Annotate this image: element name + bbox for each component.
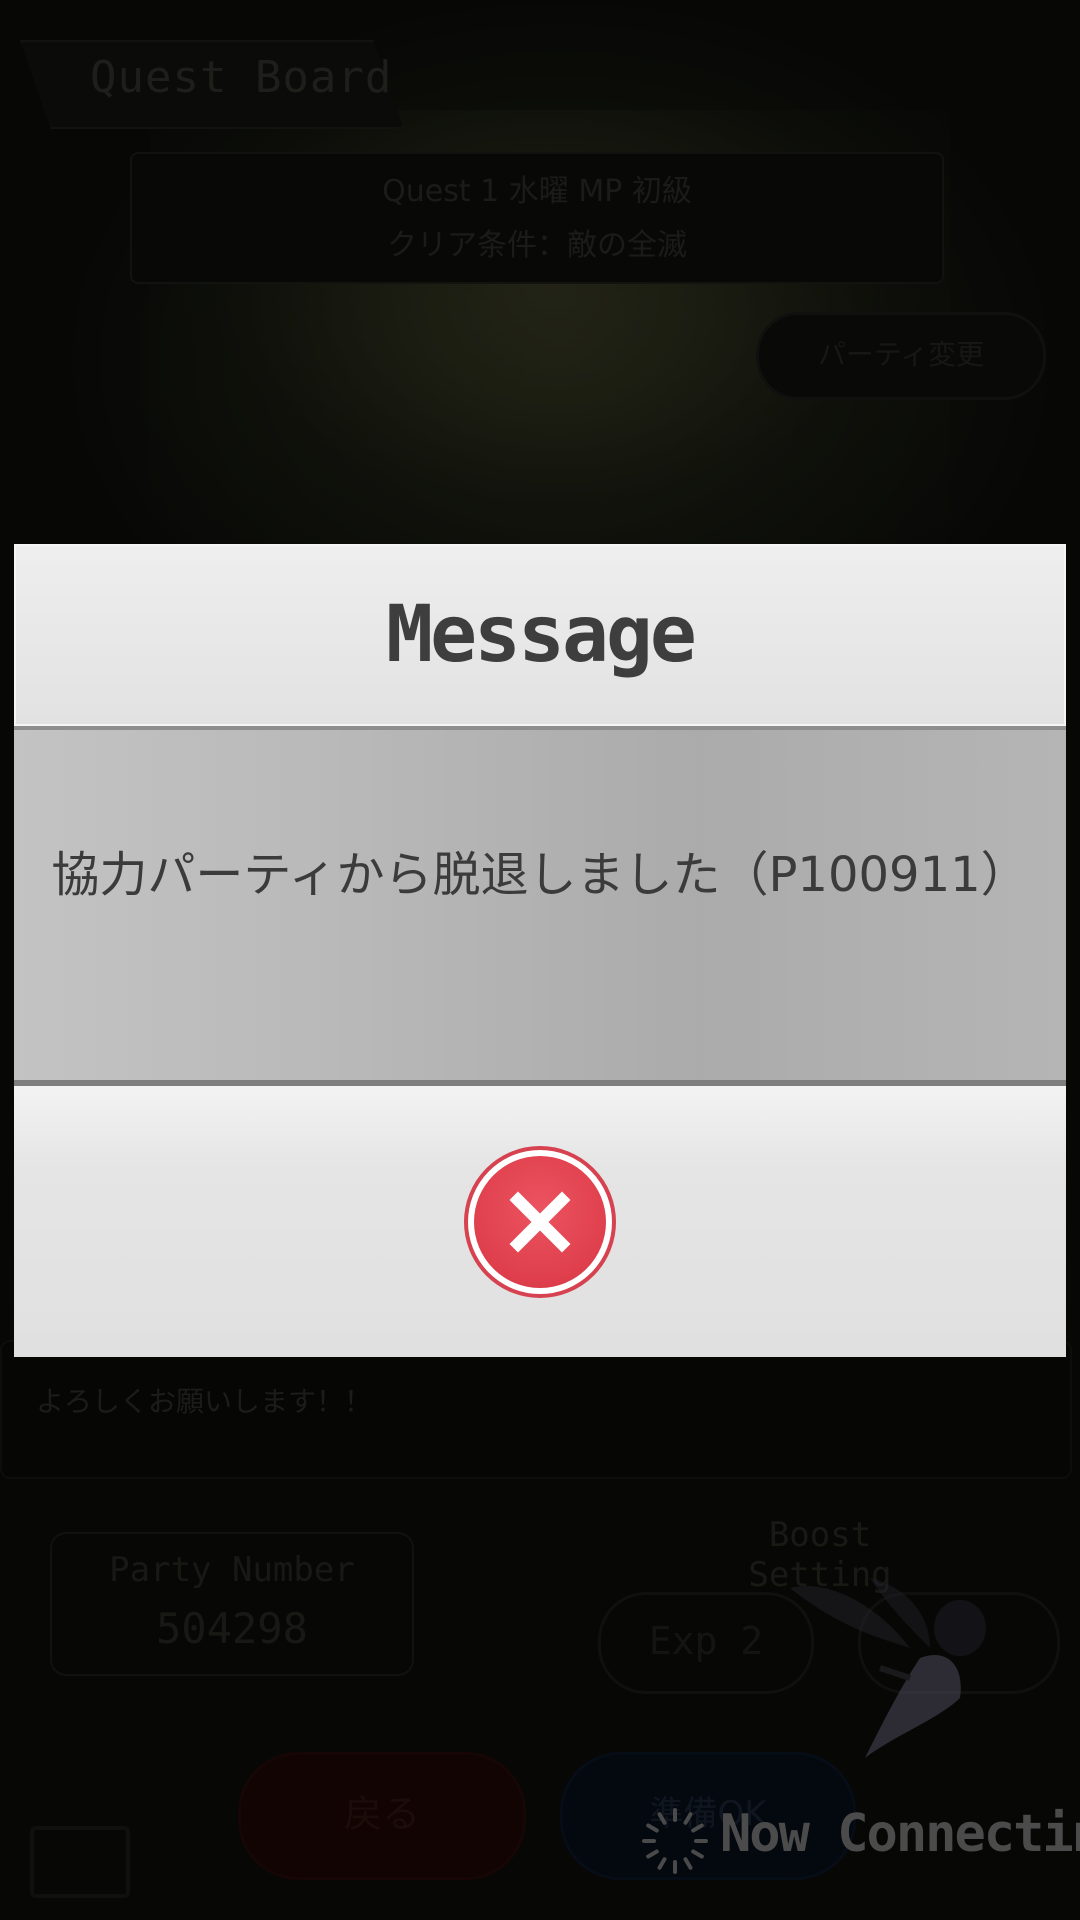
- dialog-message: 協力パーティから脱退しました（P100911）: [51, 847, 1029, 903]
- close-button-face: [474, 1156, 606, 1288]
- connecting-indicator: Now Connecting: [640, 1800, 1080, 1880]
- loading-spinner-icon: [642, 1808, 708, 1874]
- message-dialog: Message 協力パーティから脱退しました（P100911）: [14, 544, 1066, 1357]
- close-button[interactable]: [464, 1146, 616, 1298]
- dialog-title: Message: [386, 590, 697, 680]
- dialog-footer: [14, 1086, 1066, 1357]
- dialog-body: 協力パーティから脱退しました（P100911）: [14, 726, 1066, 1086]
- close-x-icon: [509, 1191, 571, 1253]
- dialog-header: Message: [14, 544, 1066, 726]
- connecting-text: Now Connecting: [720, 1804, 1080, 1864]
